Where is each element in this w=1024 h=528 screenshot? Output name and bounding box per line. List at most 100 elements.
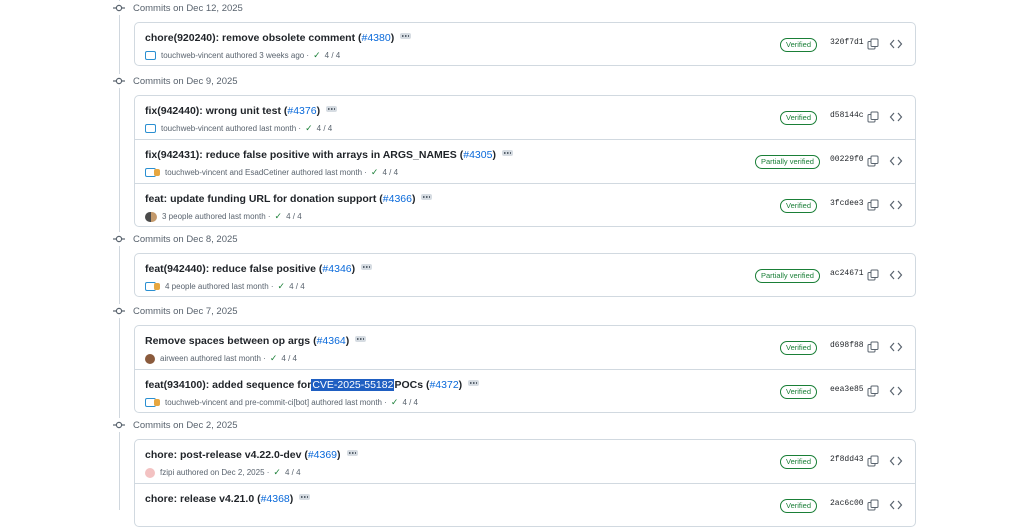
pull-request-link[interactable]: #4305 xyxy=(463,149,492,161)
verification-badge[interactable]: Verified xyxy=(780,199,818,213)
author-names[interactable]: touchweb-vincent and pre-commit-ci[bot] xyxy=(165,398,309,407)
pull-request-link[interactable]: #4346 xyxy=(322,263,351,275)
pull-request-link[interactable]: #4372 xyxy=(429,379,458,391)
pull-request-link[interactable]: #4369 xyxy=(308,449,337,461)
author-names[interactable]: 4 people xyxy=(165,282,196,291)
commit-sha[interactable]: eea3e85 xyxy=(830,385,864,394)
browse-code-icon[interactable] xyxy=(889,198,903,210)
commit-title[interactable]: feat(942440): reduce false positive (#43… xyxy=(145,263,373,275)
commit-title[interactable]: chore: release v4.21.0 (#4368) xyxy=(145,493,311,505)
copy-icon[interactable] xyxy=(867,268,879,281)
author-names[interactable]: airween xyxy=(160,354,188,363)
browse-code-icon[interactable] xyxy=(889,268,903,280)
avatar-icon[interactable] xyxy=(145,467,155,478)
commit-title[interactable]: fix(942431): reduce false positive with … xyxy=(145,149,513,161)
pull-request-link[interactable]: #4366 xyxy=(383,193,412,205)
check-icon[interactable]: ✓ xyxy=(278,281,286,292)
verification-badge[interactable]: Verified xyxy=(780,385,818,399)
checks-count[interactable]: 4 / 4 xyxy=(281,354,297,363)
expand-message-button[interactable] xyxy=(501,150,513,156)
commit-message[interactable]: feat(942440): reduce false positive ( xyxy=(145,263,322,275)
commit-message[interactable]: feat: update funding URL for donation su… xyxy=(145,193,383,205)
commit-title[interactable]: chore(920240): remove obsolete comment (… xyxy=(145,32,412,44)
copy-icon[interactable] xyxy=(867,340,879,353)
author-names[interactable]: touchweb-vincent xyxy=(161,124,223,133)
author-names[interactable]: fzipi xyxy=(160,468,174,477)
avatar-icon[interactable] xyxy=(145,168,160,177)
avatar-icon[interactable] xyxy=(145,51,156,60)
browse-code-icon[interactable] xyxy=(889,37,903,49)
commit-sha[interactable]: d58144c xyxy=(830,111,864,120)
verification-badge[interactable]: Verified xyxy=(780,341,818,355)
expand-message-button[interactable] xyxy=(361,264,373,270)
pull-request-link[interactable]: #4376 xyxy=(287,105,316,117)
copy-icon[interactable] xyxy=(867,384,879,397)
check-icon[interactable]: ✓ xyxy=(270,353,278,364)
copy-icon[interactable] xyxy=(867,37,879,50)
commit-message[interactable]: chore: release v4.21.0 ( xyxy=(145,493,261,505)
expand-message-button[interactable] xyxy=(400,33,412,39)
pull-request-link[interactable]: #4380 xyxy=(362,32,391,44)
checks-count[interactable]: 4 / 4 xyxy=(402,398,418,407)
commit-sha[interactable]: ac24671 xyxy=(830,269,864,278)
checks-count[interactable]: 4 / 4 xyxy=(382,168,398,177)
selected-text[interactable]: CVE-2025-55182 xyxy=(311,379,395,391)
avatar-icon[interactable] xyxy=(145,398,160,407)
author-names[interactable]: 3 people xyxy=(162,212,193,221)
commit-message-rest[interactable]: POCs ( xyxy=(394,379,429,391)
expand-message-button[interactable] xyxy=(346,450,358,456)
browse-code-icon[interactable] xyxy=(889,340,903,352)
check-icon[interactable]: ✓ xyxy=(305,123,313,134)
commit-message[interactable]: fix(942440): wrong unit test ( xyxy=(145,105,287,117)
checks-count[interactable]: 4 / 4 xyxy=(289,282,305,291)
commit-title[interactable]: chore: post-release v4.22.0-dev (#4369) xyxy=(145,449,358,461)
commit-message[interactable]: Remove spaces between op args ( xyxy=(145,335,317,347)
commit-message[interactable]: feat(934100): added sequence for xyxy=(145,379,311,391)
copy-icon[interactable] xyxy=(867,454,879,467)
commit-message[interactable]: chore: post-release v4.22.0-dev ( xyxy=(145,449,308,461)
avatar-icon[interactable] xyxy=(145,211,157,222)
verification-badge[interactable]: Verified xyxy=(780,111,818,125)
avatar-icon[interactable] xyxy=(145,282,160,291)
copy-icon[interactable] xyxy=(867,110,879,123)
expand-message-button[interactable] xyxy=(299,494,311,500)
commit-title[interactable]: Remove spaces between op args (#4364) xyxy=(145,335,367,347)
commit-sha[interactable]: 2ac6c00 xyxy=(830,499,864,508)
commit-message[interactable]: chore(920240): remove obsolete comment ( xyxy=(145,32,362,44)
commit-sha[interactable]: 2f8dd43 xyxy=(830,455,864,464)
browse-code-icon[interactable] xyxy=(889,384,903,396)
verification-badge[interactable]: Verified xyxy=(780,499,818,513)
commit-sha[interactable]: 320f7d1 xyxy=(830,38,864,47)
checks-count[interactable]: 4 / 4 xyxy=(317,124,333,133)
pull-request-link[interactable]: #4368 xyxy=(261,493,290,505)
checks-count[interactable]: 4 / 4 xyxy=(286,212,302,221)
check-icon[interactable]: ✓ xyxy=(273,467,281,478)
commit-sha[interactable]: 3fcdee3 xyxy=(830,199,864,208)
author-names[interactable]: touchweb-vincent and EsadCetiner xyxy=(165,168,289,177)
browse-code-icon[interactable] xyxy=(889,498,903,510)
copy-icon[interactable] xyxy=(867,498,879,511)
browse-code-icon[interactable] xyxy=(889,154,903,166)
check-icon[interactable]: ✓ xyxy=(313,50,321,61)
expand-message-button[interactable] xyxy=(421,194,433,200)
commit-sha[interactable]: d698f88 xyxy=(830,341,864,350)
pull-request-link[interactable]: #4364 xyxy=(317,335,346,347)
commit-title[interactable]: fix(942440): wrong unit test (#4376) xyxy=(145,105,338,117)
browse-code-icon[interactable] xyxy=(889,454,903,466)
commit-title[interactable]: feat(934100): added sequence for CVE-202… xyxy=(145,379,480,391)
expand-message-button[interactable] xyxy=(326,106,338,112)
copy-icon[interactable] xyxy=(867,154,879,167)
verification-badge[interactable]: Partially verified xyxy=(755,269,820,283)
commit-sha[interactable]: 00229f0 xyxy=(830,155,864,164)
checks-count[interactable]: 4 / 4 xyxy=(325,51,341,60)
verification-badge[interactable]: Verified xyxy=(780,38,818,52)
commit-title[interactable]: feat: update funding URL for donation su… xyxy=(145,193,433,205)
author-names[interactable]: touchweb-vincent xyxy=(161,51,223,60)
check-icon[interactable]: ✓ xyxy=(275,211,283,222)
check-icon[interactable]: ✓ xyxy=(371,167,379,178)
checks-count[interactable]: 4 / 4 xyxy=(285,468,301,477)
expand-message-button[interactable] xyxy=(468,380,480,386)
verification-badge[interactable]: Partially verified xyxy=(755,155,820,169)
check-icon[interactable]: ✓ xyxy=(391,397,399,408)
avatar-icon[interactable] xyxy=(145,353,155,364)
